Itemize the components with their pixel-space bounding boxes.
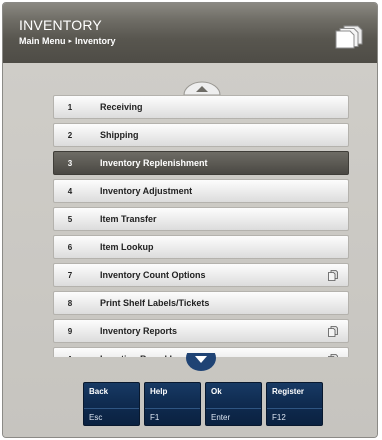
register-button-key: F12 [267,408,322,425]
register-button-label: Register [272,387,305,396]
menu-item-shipping[interactable]: 2 Shipping [53,123,349,147]
menu-item-number: 1 [67,102,73,112]
menu-item-label: Receiving [100,102,143,112]
menu-item-label: Print Shelf Labels/Tickets [100,298,210,308]
menu-item-number: 3 [67,158,73,168]
menu-item-inventory-replenishment[interactable]: 3 Inventory Replenishment [53,151,349,175]
ok-button[interactable]: Ok Enter [205,382,262,426]
menu-item-print-shelf-labels[interactable]: 8 Print Shelf Labels/Tickets [53,291,349,315]
app-window: INVENTORY Main Menu ▸ Inventory 1 Receiv… [2,2,378,438]
back-button[interactable]: Back Esc [83,382,140,426]
menu-item-inventory-reports[interactable]: 9 Inventory Reports [53,319,349,343]
back-button-key: Esc [84,408,139,425]
register-button[interactable]: Register F12 [266,382,323,426]
menu-item-number: 6 [67,242,73,252]
function-key-bar: Back Esc Help F1 Ok Enter Register F12 [83,382,323,426]
menu-item-number: 2 [67,130,73,140]
menu-item-item-transfer[interactable]: 5 Item Transfer [53,207,349,231]
submenu-document-icon [328,326,338,337]
menu-item-label: Item Transfer [100,214,157,224]
page-title: INVENTORY [19,17,102,33]
menu-item-label: Inventory Reports [100,326,178,336]
menu-item-number: 5 [67,214,73,224]
menu-item-number: 8 [67,298,73,308]
menu-item-receiving[interactable]: 1 Receiving [53,95,349,119]
menu-item-number: A [54,348,86,358]
menu-item-label: Inventory Count Options [100,270,206,280]
menu-item-number: 4 [67,186,73,196]
menu-item-inventory-count-options[interactable]: 7 Inventory Count Options [53,263,349,287]
breadcrumb-inventory: Inventory [75,36,116,46]
help-button-label: Help [150,387,168,396]
menu-list: 1 Receiving 2 Shipping 3 Inventory Reple… [53,95,349,357]
header-bar: INVENTORY Main Menu ▸ Inventory [3,3,377,63]
menu-item-label: Item Lookup [100,242,154,252]
scroll-up-button[interactable] [183,81,221,95]
breadcrumb: Main Menu ▸ Inventory [19,36,116,46]
menu-item-label: Shipping [100,130,139,140]
menu-item-label: Inventory Adjustment [100,186,193,196]
breadcrumb-separator: ▸ [68,38,73,45]
help-button[interactable]: Help F1 [144,382,201,426]
menu-item-number: 7 [67,270,73,280]
menu-item-label: Inventory Replenishment [100,158,208,168]
ok-button-label: Ok [211,387,222,396]
menu-item-item-lookup[interactable]: 6 Item Lookup [53,235,349,259]
documents-icon[interactable] [335,25,363,49]
submenu-document-icon [328,270,338,281]
submenu-document-icon [328,354,338,357]
ok-button-key: Enter [206,408,261,425]
breadcrumb-main-menu[interactable]: Main Menu [19,36,66,46]
menu-item-inventory-adjustment[interactable]: 4 Inventory Adjustment [53,179,349,203]
scroll-down-button[interactable] [186,353,216,371]
back-button-label: Back [89,387,109,396]
menu-item-number: 9 [67,326,73,336]
help-button-key: F1 [145,408,200,425]
